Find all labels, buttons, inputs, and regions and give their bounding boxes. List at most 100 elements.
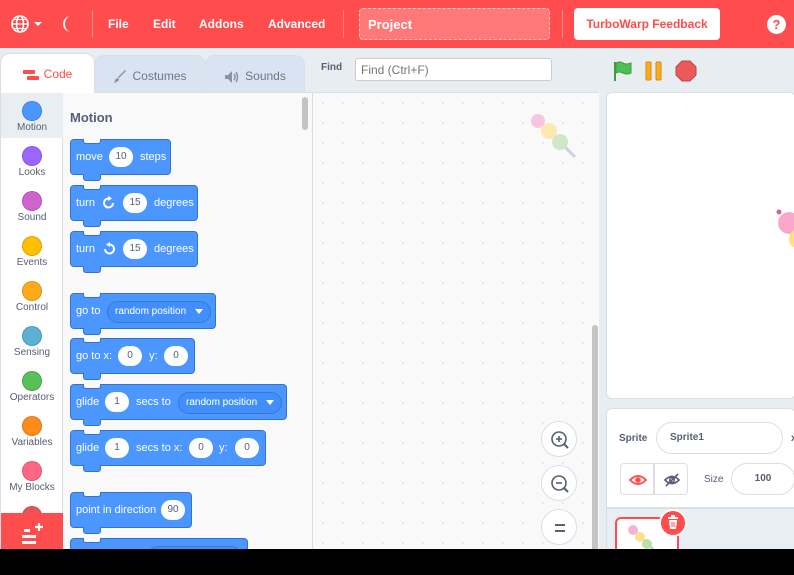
- steps-input[interactable]: 10: [109, 147, 133, 167]
- project-title-input[interactable]: [359, 8, 550, 40]
- extension-dot-icon: [22, 506, 42, 513]
- language-globe-icon[interactable]: [10, 14, 44, 34]
- zoom-in-button[interactable]: [541, 421, 577, 457]
- sprite-watermark-icon: [531, 114, 577, 159]
- degrees-input[interactable]: 15: [123, 193, 147, 213]
- theme-moon-icon[interactable]: [60, 14, 80, 34]
- x-input[interactable]: 0: [189, 438, 213, 458]
- palette-category-title: Motion: [70, 110, 113, 125]
- category-motion[interactable]: Motion: [1, 93, 63, 138]
- block-text: move: [76, 151, 103, 163]
- script-workspace[interactable]: [313, 93, 599, 549]
- move-steps-block[interactable]: move 10 steps: [70, 139, 171, 181]
- partial-dropdown[interactable]: [147, 546, 242, 549]
- green-flag-icon[interactable]: [611, 60, 633, 82]
- sprite-label: Sprite: [619, 433, 648, 444]
- trash-icon: [668, 515, 678, 529]
- category-label: Variables: [11, 437, 53, 448]
- feedback-button[interactable]: TurboWarp Feedback: [574, 8, 720, 40]
- delete-sprite-button[interactable]: [659, 509, 687, 537]
- x-input[interactable]: 0: [118, 346, 142, 366]
- category-sensing[interactable]: Sensing: [1, 318, 63, 363]
- category-label: Operators: [9, 392, 55, 403]
- tab-sounds[interactable]: Sounds: [205, 55, 305, 93]
- block-palette: Motion move 10 steps turn 15 degrees tur…: [63, 93, 313, 549]
- zoom-out-button[interactable]: [541, 465, 577, 501]
- stop-icon[interactable]: [675, 60, 697, 82]
- go-to-xy-block[interactable]: go to x: 0 y: 0: [70, 338, 195, 380]
- size-label: Size: [704, 474, 724, 485]
- size-input[interactable]: 100: [731, 463, 794, 495]
- sprite-name-input[interactable]: Sprite1: [656, 422, 783, 454]
- category-label: Motion: [16, 122, 47, 133]
- category-sound[interactable]: Sound: [1, 183, 63, 228]
- variables-dot-icon: [22, 416, 42, 436]
- block-text: turn: [76, 243, 95, 255]
- addons-menu[interactable]: Addons: [199, 0, 244, 48]
- glide-target-dropdown[interactable]: random position: [178, 392, 282, 414]
- find-input[interactable]: [355, 58, 552, 81]
- category-label: Control: [15, 302, 49, 313]
- dropdown-value: random position: [115, 306, 187, 317]
- y-input[interactable]: 0: [235, 438, 259, 458]
- looks-dot-icon: [22, 146, 42, 166]
- block-text: y:: [219, 442, 228, 454]
- help-icon[interactable]: ?: [767, 15, 786, 34]
- category-label: Events: [16, 257, 48, 268]
- zoom-reset-button[interactable]: [541, 509, 577, 545]
- turn-left-block[interactable]: turn 15 degrees: [70, 231, 198, 273]
- point-towards-block[interactable]: [70, 538, 248, 549]
- point-in-direction-block[interactable]: point in direction 90: [70, 492, 192, 534]
- edit-menu[interactable]: Edit: [153, 0, 176, 48]
- file-menu[interactable]: File: [108, 0, 129, 48]
- sprite-on-stage: [776, 209, 794, 248]
- tab-costumes-label: Costumes: [132, 69, 187, 83]
- menu-divider: [562, 10, 563, 38]
- chevron-down-icon: [195, 309, 203, 314]
- code-blocks-icon: [22, 69, 39, 80]
- category-control[interactable]: Control: [1, 273, 63, 318]
- block-text: point in direction: [76, 504, 157, 516]
- motion-dot-icon: [22, 101, 42, 121]
- sprite-list: [606, 508, 794, 549]
- workspace-scrollbar[interactable]: [592, 325, 598, 549]
- turn-right-block[interactable]: turn 15 degrees: [70, 185, 198, 227]
- zoom-in-icon: [551, 431, 569, 449]
- go-to-target-dropdown[interactable]: random position: [107, 301, 211, 323]
- category-operators[interactable]: Operators: [1, 363, 63, 408]
- category-looks[interactable]: Looks: [1, 138, 63, 183]
- direction-input[interactable]: 90: [161, 500, 185, 520]
- show-sprite-button[interactable]: [620, 463, 654, 495]
- category-my-blocks[interactable]: My Blocks: [1, 453, 63, 498]
- hide-sprite-button[interactable]: [654, 463, 688, 495]
- tab-code[interactable]: Code: [0, 53, 95, 93]
- tab-costumes[interactable]: Costumes: [94, 55, 206, 93]
- secs-input[interactable]: 1: [105, 392, 129, 412]
- speaker-icon: [225, 70, 239, 83]
- sound-dot-icon: [22, 191, 42, 211]
- secs-input[interactable]: 1: [105, 438, 129, 458]
- glide-xy-block[interactable]: glide 1 secs to x: 0 y: 0: [70, 430, 266, 472]
- go-to-block[interactable]: go to random position: [70, 293, 216, 335]
- rotate-right-icon: [103, 196, 114, 209]
- add-extension-button[interactable]: [1, 513, 63, 549]
- stage[interactable]: [606, 92, 794, 399]
- eye-icon: [628, 475, 648, 485]
- category-variables[interactable]: Variables: [1, 408, 63, 453]
- equals-icon: [555, 524, 565, 532]
- app-window: File Edit Addons Advanced TurboWarp Feed…: [0, 0, 794, 549]
- category-events[interactable]: Events: [1, 228, 63, 273]
- block-text: degrees: [154, 243, 194, 255]
- pause-icon[interactable]: [643, 60, 665, 82]
- operators-dot-icon: [22, 371, 42, 391]
- y-input[interactable]: 0: [164, 346, 188, 366]
- find-label: Find: [321, 62, 343, 73]
- palette-scrollbar[interactable]: [302, 97, 308, 130]
- glide-to-block[interactable]: glide 1 secs to random position: [70, 384, 287, 426]
- block-text: go to: [76, 305, 101, 317]
- category-label: My Blocks: [9, 482, 55, 493]
- degrees-input[interactable]: 15: [123, 239, 147, 259]
- category-extension[interactable]: [1, 498, 63, 513]
- advanced-menu[interactable]: Advanced: [268, 0, 325, 48]
- dropdown-value: random position: [186, 397, 258, 408]
